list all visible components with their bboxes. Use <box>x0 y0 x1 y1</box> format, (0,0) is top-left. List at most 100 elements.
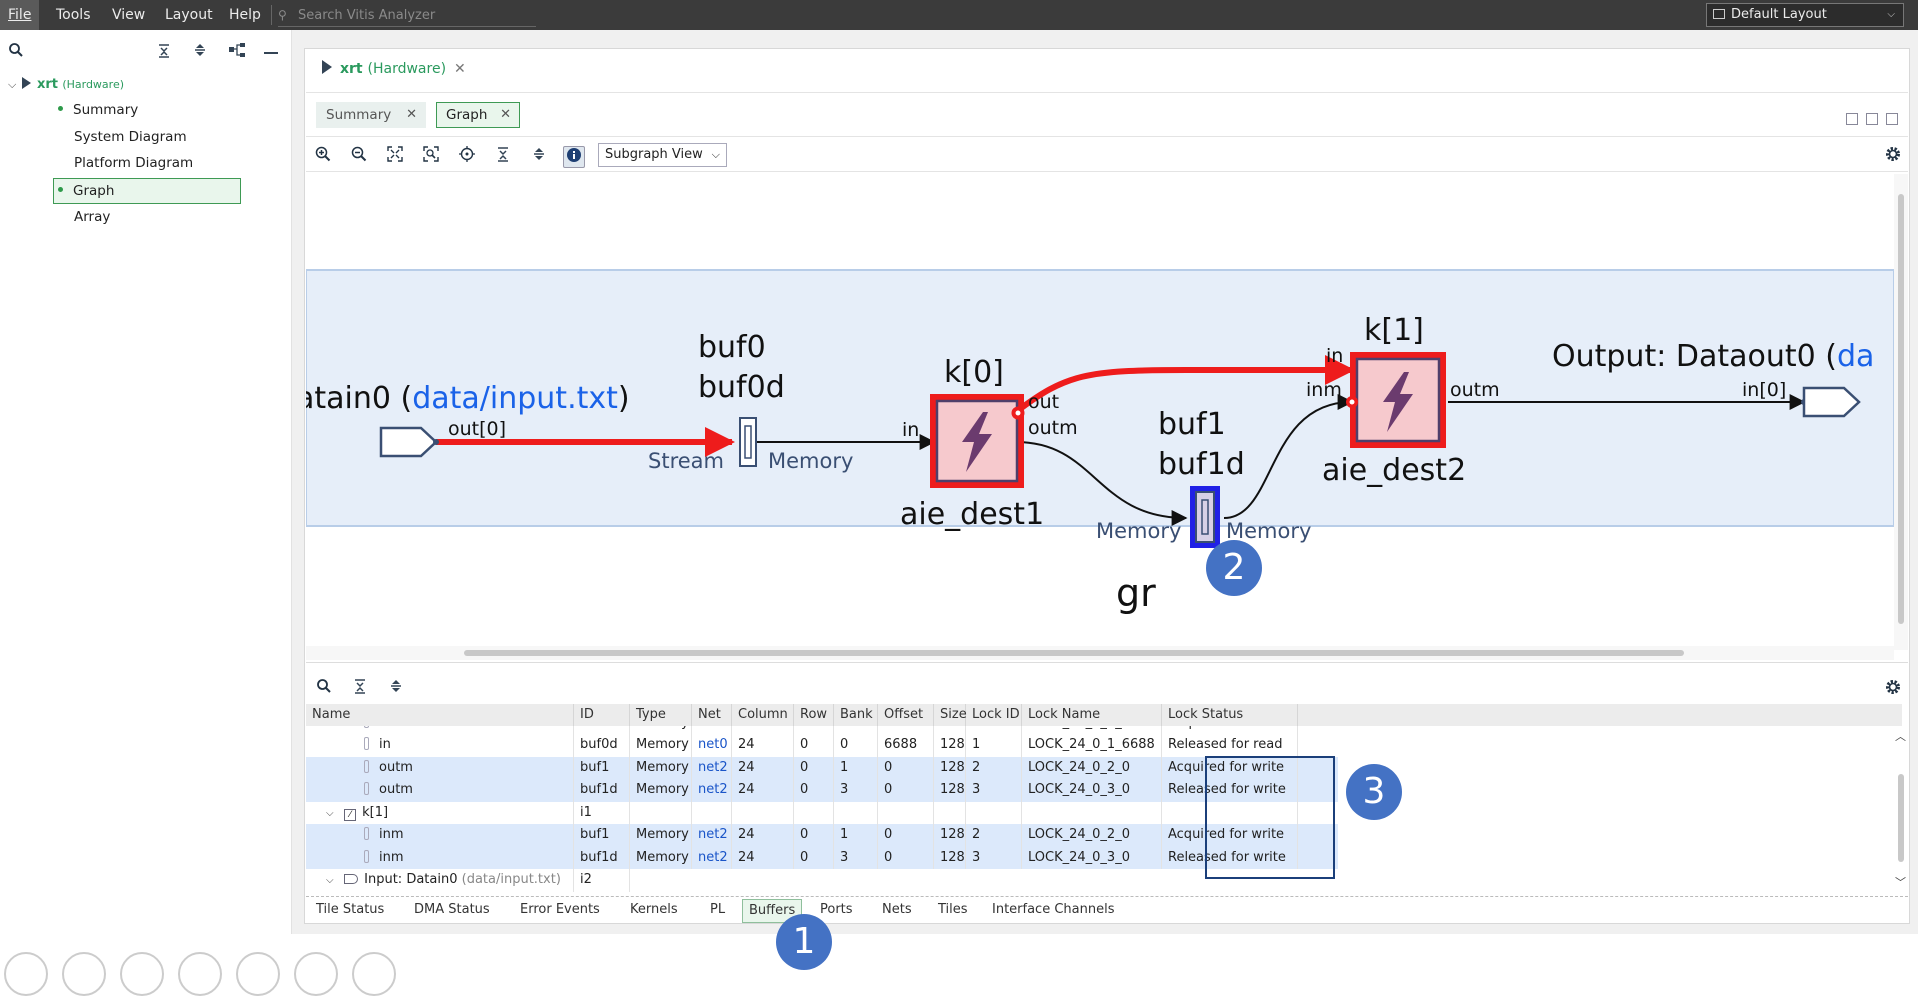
menu-layout[interactable]: Layout <box>165 0 213 30</box>
tab-interface-channels[interactable]: Interface Channels <box>992 897 1114 923</box>
collapse-all-icon[interactable] <box>154 42 174 64</box>
sidebar-item-platform-diagram[interactable]: Platform Diagram <box>74 150 274 176</box>
search-icon: ⚲ <box>278 8 287 22</box>
tab-nets[interactable]: Nets <box>882 897 912 923</box>
expand-all-icon[interactable] <box>388 678 408 698</box>
collapse-all-icon[interactable] <box>492 146 514 168</box>
table-row[interactable]: in buf0d Memory net0 24 0 0 6688 128 1 L… <box>306 734 1338 757</box>
sidebar-item-array[interactable]: Array <box>74 204 274 230</box>
menu-tools[interactable]: Tools <box>56 0 91 30</box>
column-header-size[interactable]: Size <box>934 704 967 726</box>
info-icon[interactable] <box>563 146 585 168</box>
table-row[interactable]: ⌵ ⁄ k[1] i1 <box>306 801 1338 825</box>
menu-divider <box>271 5 272 25</box>
fit-to-window-icon[interactable] <box>384 146 406 168</box>
expand-all-icon[interactable] <box>190 42 210 64</box>
sidebar-item-summary[interactable]: Summary <box>58 97 258 123</box>
back-icon <box>4 952 48 996</box>
subgraph-view-dropdown[interactable]: Subgraph View ⌵ <box>598 143 727 167</box>
minimize-icon[interactable] <box>264 52 278 54</box>
search-input[interactable]: ⚲ Search Vitis Analyzer <box>278 3 536 27</box>
expand-all-icon[interactable] <box>528 146 550 168</box>
column-header-lock-id[interactable]: Lock ID <box>966 704 1022 726</box>
split-horizontal-icon[interactable] <box>1846 113 1858 125</box>
canvas-vertical-scrollbar[interactable] <box>1894 174 1908 650</box>
hierarchy-icon[interactable] <box>226 42 248 64</box>
tab-graph[interactable]: Graph ✕ <box>436 102 520 128</box>
column-header-lock-name[interactable]: Lock Name <box>1022 704 1162 726</box>
collapse-all-icon[interactable] <box>352 678 372 698</box>
port-icon <box>364 726 369 728</box>
tab-dma-status[interactable]: DMA Status <box>414 897 490 923</box>
center-icon[interactable] <box>456 146 478 168</box>
column-header-id[interactable]: ID <box>574 704 630 726</box>
table-row[interactable]: outm buf1 Memory net2 24 0 1 0 128 2 LOC… <box>306 756 1338 779</box>
pen-icon <box>120 952 164 996</box>
buf1d-label: buf1d <box>1158 447 1245 482</box>
search-icon[interactable] <box>6 42 26 64</box>
table-vertical-scrollbar[interactable]: ︿ ﹀ <box>1894 726 1908 892</box>
tab-ports[interactable]: Ports <box>820 897 853 923</box>
close-icon[interactable]: ✕ <box>454 61 466 77</box>
tab-summary[interactable]: Summary ✕ <box>316 102 426 128</box>
gear-icon[interactable] <box>1884 678 1904 698</box>
chevron-down-icon[interactable]: ﹀ <box>1895 874 1906 890</box>
tab-error-events[interactable]: Error Events <box>520 897 600 923</box>
chevron-up-icon[interactable]: ︿ <box>1895 728 1906 744</box>
zoom-in-icon[interactable] <box>312 146 334 168</box>
tab-kernels[interactable]: Kernels <box>630 897 678 923</box>
split-vertical-icon[interactable] <box>1866 113 1878 125</box>
tab-tiles[interactable]: Tiles <box>938 897 968 923</box>
column-header-net[interactable]: Net <box>692 704 732 726</box>
canvas-horizontal-scrollbar[interactable] <box>306 646 1894 660</box>
column-header-column[interactable]: Column <box>732 704 794 726</box>
play-icon <box>62 952 106 996</box>
column-header-name[interactable]: Name <box>306 704 574 726</box>
status-dot-icon <box>58 187 63 192</box>
callout-1: 1 <box>776 914 832 970</box>
zoom-out-icon[interactable] <box>348 146 370 168</box>
run-icon <box>322 60 332 74</box>
column-header-bank[interactable]: Bank <box>834 704 878 726</box>
table-toolbar <box>306 672 1908 702</box>
graph-toolbar <box>306 142 1908 172</box>
close-icon[interactable]: ✕ <box>500 103 511 127</box>
table-row[interactable]: outm buf1d Memory net2 24 0 3 0 128 3 LO… <box>306 779 1338 802</box>
sidebar-item-system-diagram[interactable]: System Diagram <box>74 124 274 150</box>
tab-tile-status[interactable]: Tile Status <box>316 897 384 923</box>
input-port-icon <box>344 874 359 884</box>
search-icon <box>236 952 280 996</box>
chevron-down-icon[interactable]: ⌵ <box>326 870 340 892</box>
run-title[interactable]: xrt (Hardware) ✕ <box>322 60 466 77</box>
tab-pl[interactable]: PL <box>710 897 725 923</box>
buf0-shape[interactable] <box>739 417 757 467</box>
gear-icon[interactable] <box>1884 145 1904 165</box>
menu-file[interactable]: File <box>0 0 40 30</box>
popout-icon[interactable] <box>1886 113 1898 125</box>
more-icon <box>352 952 396 996</box>
k1-title: k[1] <box>1364 313 1424 348</box>
k1-port-outm: outm <box>1450 379 1500 401</box>
zoom-selection-icon[interactable] <box>420 146 442 168</box>
menu-help[interactable]: Help <box>229 0 261 30</box>
port-icon <box>364 827 369 840</box>
output-port-label: in[0] <box>1742 379 1786 401</box>
layout-dropdown[interactable]: Default Layout ⌵ <box>1706 3 1904 27</box>
column-header-row[interactable]: Row <box>794 704 834 726</box>
menu-view[interactable]: View <box>112 0 145 30</box>
run-icon <box>22 77 31 89</box>
column-header-type[interactable]: Type <box>630 704 692 726</box>
chevron-down-icon[interactable]: ⌵ <box>326 803 340 825</box>
k1-port-inm: inm <box>1306 379 1342 401</box>
bottom-tab-bar: Tile Status DMA Status Error Events Kern… <box>306 896 1908 923</box>
gallery-icon <box>178 952 222 996</box>
column-header-lock-status[interactable]: Lock Status <box>1162 704 1298 726</box>
table-row[interactable]: inm buf1 Memory net2 24 0 1 0 128 2 LOCK… <box>306 824 1338 847</box>
table-row[interactable]: ⌵ Input: Datain0 (data/input.txt) i2 <box>306 869 1338 892</box>
graph-canvas[interactable]: atain0 (data/input.txt) out[0] buf0 buf0… <box>306 174 1894 650</box>
column-header-offset[interactable]: Offset <box>878 704 934 726</box>
close-icon[interactable]: ✕ <box>406 103 417 127</box>
search-icon[interactable] <box>316 678 336 698</box>
table-row[interactable]: inm buf1d Memory net2 24 0 3 0 128 3 LOC… <box>306 846 1338 869</box>
tree-root-xrt[interactable]: ⌵ xrt (Hardware) <box>8 71 288 97</box>
